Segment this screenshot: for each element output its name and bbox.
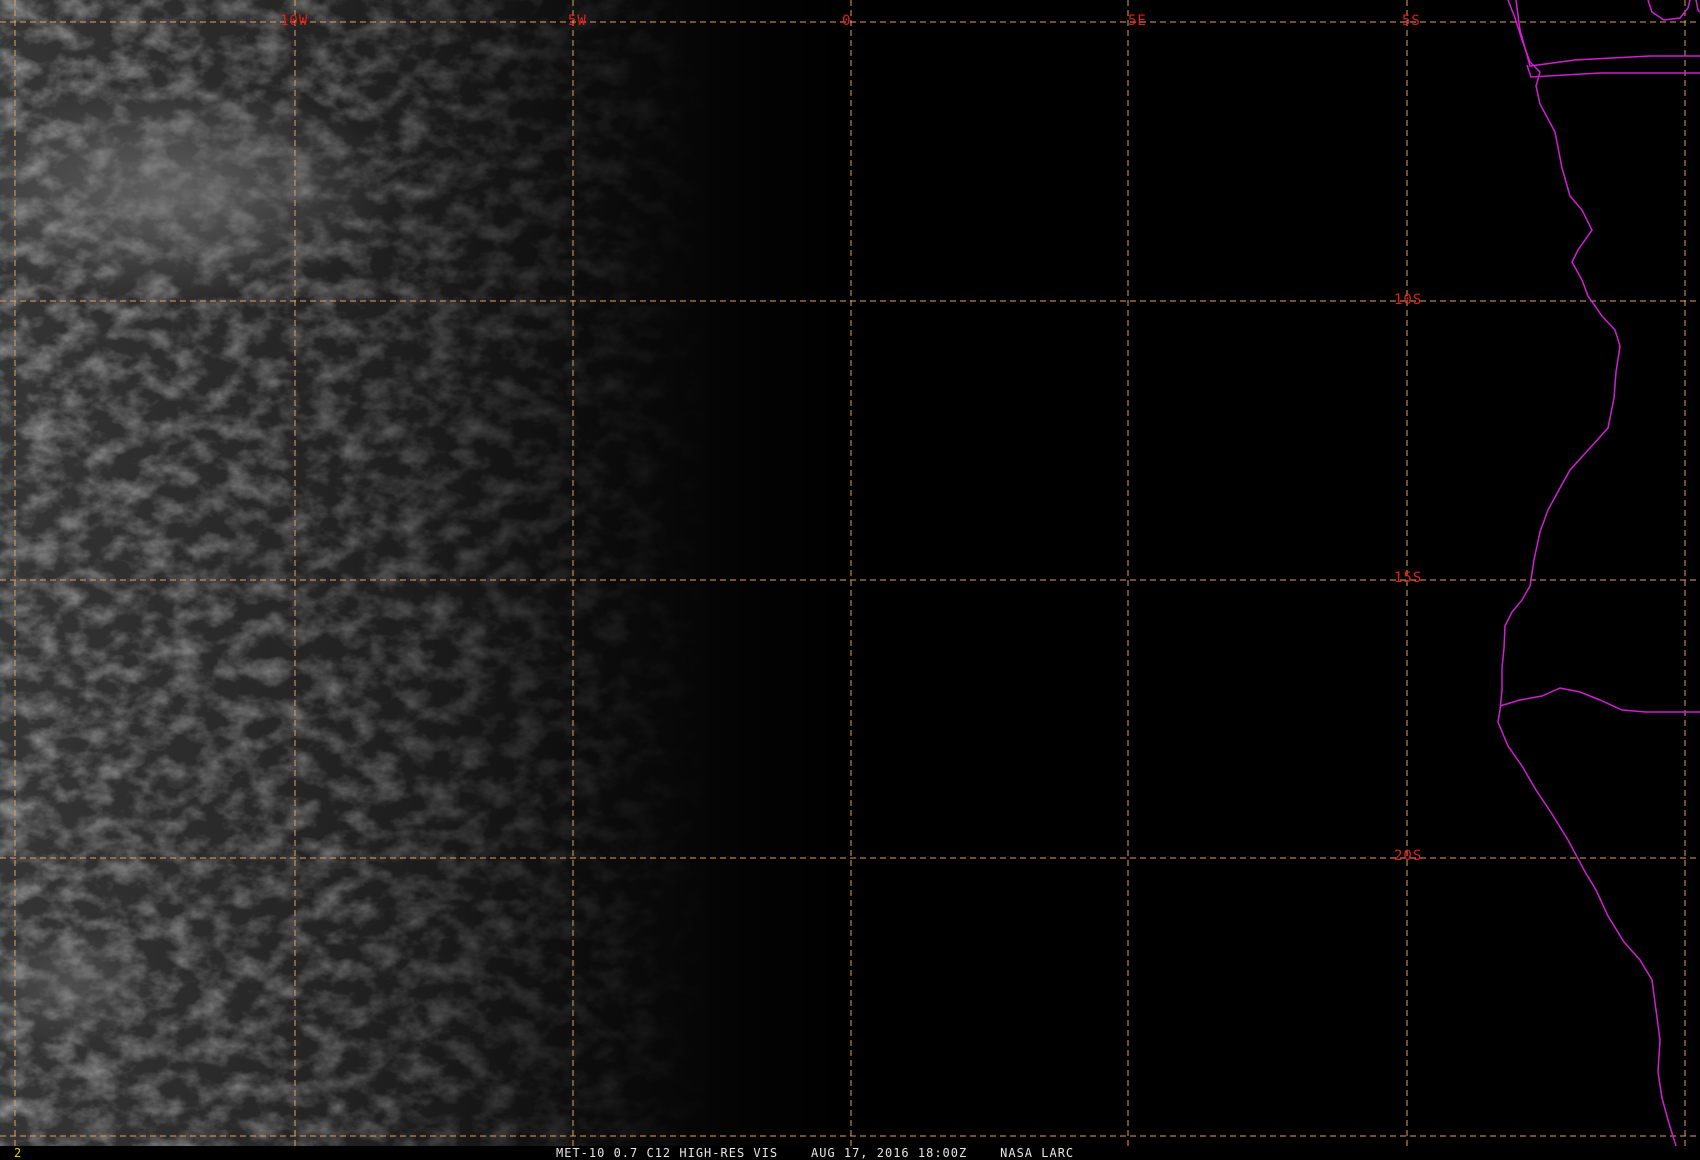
image-caption: MET-10 0.7 C12 HIGH-RES VIS AUG 17, 2016… [556,1146,1075,1160]
satellite-image: 10W 5W 0 5E 5S 10S 15S 20S [0,0,1700,1146]
lat-label-20s: 20S [1394,848,1423,864]
lon-label-0: 0 [842,13,852,29]
lat-label-10s: 10S [1394,292,1423,308]
lon-label-10w: 10W [280,13,309,29]
lat-label-15s: 15S [1394,570,1423,586]
lon-label-5e: 5E [1128,13,1147,29]
lon-label-5w: 5W [568,13,587,29]
status-bar: 2 MET-10 0.7 C12 HIGH-RES VIS AUG 17, 20… [0,1146,1700,1160]
lat-label-5s: 5S [1402,13,1421,29]
satellite-map-graphic [0,0,1700,1146]
frame-number: 2 [14,1146,22,1160]
